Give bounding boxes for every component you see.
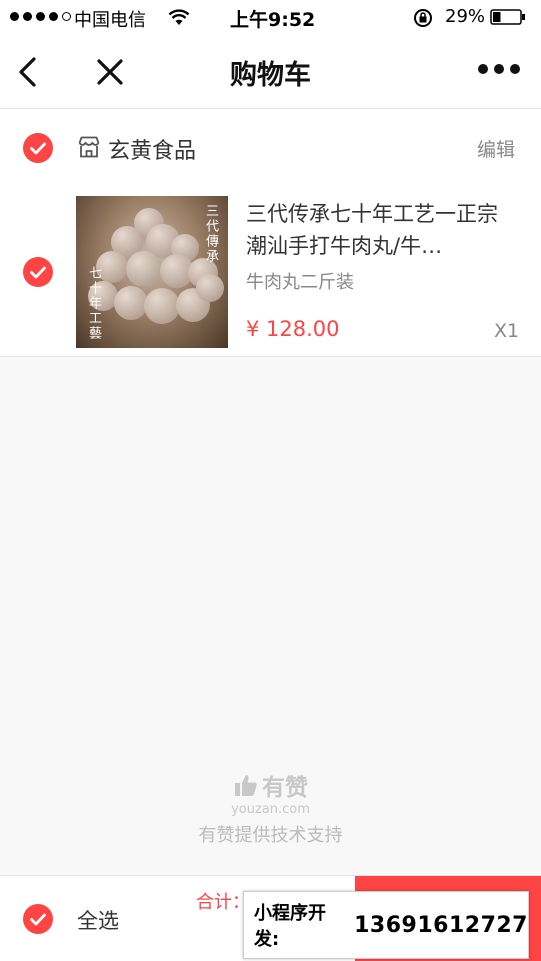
item-checkbox[interactable] [23,257,53,287]
thumb-caption-right: 三代傳承 [203,204,218,264]
item-quantity: X1 [494,320,520,342]
page-title: 购物车 [230,60,311,91]
edit-button[interactable]: 编辑 [477,135,515,162]
item-sku: 牛肉丸二斤装 [246,272,354,293]
status-bar: 中国电信 上午9:52 29% [0,0,541,36]
product-thumbnail[interactable]: 三代傳承 七十年工藝 [76,196,228,348]
battery-icon [490,9,525,25]
select-all-label[interactable]: 全选 [77,905,119,935]
item-title[interactable]: 三代传承七十年工艺一正宗潮汕手打牛肉丸/牛… [246,198,516,262]
total-label: 合计： [196,892,250,913]
more-dots-icon[interactable] [478,64,520,76]
signal-strength-icon [10,12,71,21]
carrier-name: 中国电信 [74,10,146,31]
wifi-icon [168,9,190,25]
brand-url: youzan.com [231,802,310,817]
brand-support-text: 有赞提供技术支持 [198,825,343,846]
battery-percent: 29% [445,6,486,27]
brand-logo: 有赞 [0,768,541,802]
thumb-caption-left: 七十年工藝 [86,266,101,341]
promo-label: 小程序开发: [254,903,326,950]
thumbs-up-icon [235,775,257,796]
nav-bar: 购物车 [0,36,541,109]
brand-name: 有赞 [262,775,308,801]
checkmark-icon [30,913,46,926]
promo-badge: 小程序开发: 13691612727 [243,891,529,959]
checkmark-icon [30,142,46,155]
brand-footer: 有赞 youzan.com 有赞提供技术支持 [0,768,541,847]
cart-item[interactable]: 三代傳承 七十年工藝 三代传承七十年工艺一正宗潮汕手打牛肉丸/牛… 牛肉丸二斤装… [0,186,541,357]
status-time: 上午9:52 [230,9,316,31]
select-all-checkbox[interactable] [23,904,53,934]
checkmark-icon [30,266,46,279]
item-price: ¥ 128.00 [246,317,340,341]
promo-phone: 13691612727 [354,912,528,938]
rotation-lock-icon [414,9,432,27]
shop-header: 玄黄食品 编辑 [0,109,541,186]
shop-name[interactable]: 玄黄食品 [108,133,196,165]
shop-checkbox[interactable] [23,133,53,163]
store-icon [78,136,100,158]
